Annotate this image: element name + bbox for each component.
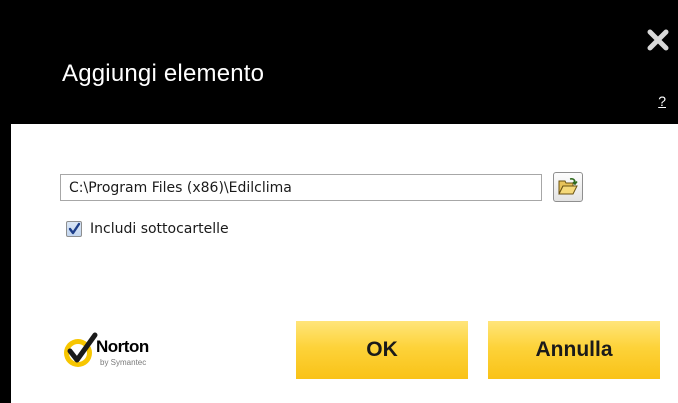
help-link[interactable]: ? — [658, 93, 666, 109]
add-item-dialog: Aggiungi elemento ? Includi sottocar — [0, 0, 678, 403]
ok-button[interactable]: OK — [296, 321, 468, 379]
norton-check-icon — [64, 332, 98, 367]
norton-logo: Norton by Symantec — [62, 331, 182, 373]
browse-folder-button[interactable] — [553, 172, 583, 202]
close-icon — [647, 29, 669, 51]
folder-open-icon — [558, 178, 578, 195]
folder-path-input[interactable] — [60, 174, 542, 201]
dialog-header: Aggiungi elemento ? — [0, 0, 678, 124]
dialog-body: Includi sottocartelle Norton by Symantec… — [11, 124, 678, 403]
include-subfolders-checkbox[interactable]: Includi sottocartelle — [66, 221, 229, 237]
dialog-title: Aggiungi elemento — [62, 60, 265, 87]
brand-sub: by Symantec — [100, 358, 147, 367]
cancel-button[interactable]: Annulla — [488, 321, 660, 379]
include-subfolders-label: Includi sottocartelle — [90, 221, 229, 237]
close-button[interactable] — [646, 28, 670, 52]
checkbox-box[interactable] — [66, 221, 82, 237]
checkmark-icon — [68, 222, 81, 235]
brand-name: Norton — [96, 337, 149, 356]
